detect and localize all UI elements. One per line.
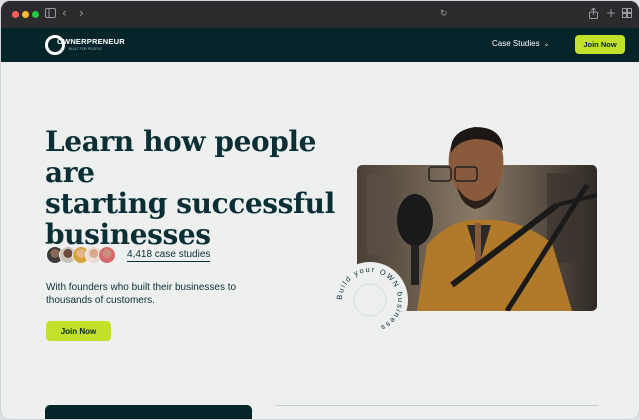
hero-subtitle: With founders who built their businesses… [46, 282, 237, 306]
hero-title: Learn how people are starting successful… [45, 126, 345, 250]
build-your-own-business-badge: Build your OWN business [332, 262, 408, 338]
logo-text: OWNERPRENEUR [57, 37, 125, 46]
minimize-window-button[interactable] [22, 11, 29, 18]
section-divider [276, 405, 598, 406]
browser-window: ‹ › ↻ + OWNERPRENEUR BUILT FOR PEOPLE Ca… [0, 0, 640, 420]
tabs-overview-icon[interactable] [622, 8, 632, 22]
hero-title-line1: Learn how people are [45, 125, 317, 189]
site-logo[interactable]: OWNERPRENEUR BUILT FOR PEOPLE [45, 33, 125, 57]
chevron-down-icon: ⌄ [543, 39, 550, 48]
hero-title-line2: starting [45, 187, 177, 220]
dark-feature-card [45, 405, 252, 419]
reload-icon[interactable]: ↻ [440, 8, 448, 20]
header-join-button[interactable]: Join Now [575, 35, 625, 54]
nav-case-studies-label: Case Studies [492, 39, 540, 48]
nav-case-studies[interactable]: Case Studies ⌄ [492, 39, 549, 48]
logo-tagline: BUILT FOR PEOPLE [69, 47, 102, 51]
back-icon[interactable]: ‹ [62, 7, 67, 19]
sidebar-icon[interactable] [45, 8, 56, 22]
avatar [98, 246, 116, 264]
close-window-button[interactable] [12, 11, 19, 18]
forward-icon[interactable]: › [79, 7, 84, 19]
case-studies-count-link[interactable]: 4,418 case studies [127, 249, 211, 262]
hero-join-button[interactable]: Join Now [46, 321, 111, 341]
share-icon[interactable] [589, 7, 598, 23]
new-tab-icon[interactable]: + [606, 7, 616, 19]
browser-toolbar: ‹ › ↻ + [1, 1, 639, 28]
hero-title-bold-1: successful [176, 187, 335, 220]
maximize-window-button[interactable] [32, 11, 39, 18]
